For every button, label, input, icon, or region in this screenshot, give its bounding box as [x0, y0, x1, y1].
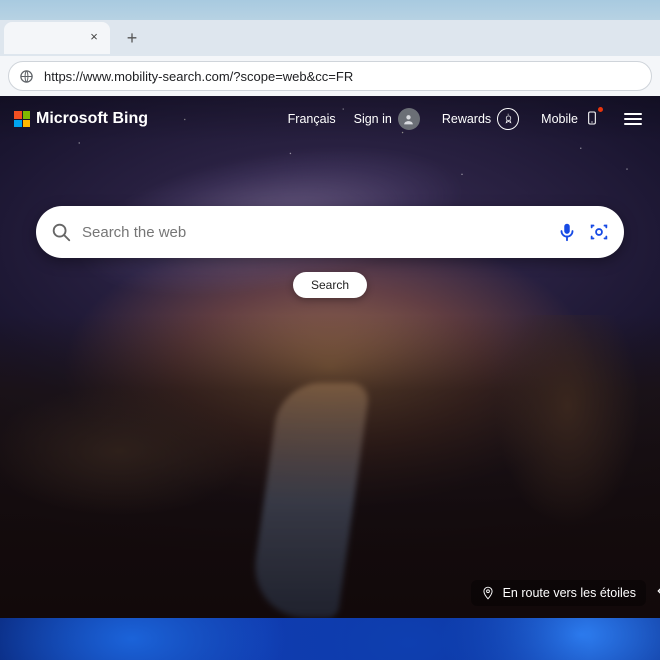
location-pin-icon [481, 586, 495, 600]
voice-search-icon[interactable] [556, 221, 578, 243]
mobile-link[interactable]: Mobile [541, 110, 600, 129]
language-link[interactable]: Français [288, 112, 336, 126]
bing-logo[interactable]: Microsoft Bing [14, 110, 148, 128]
rewards-label: Rewards [442, 112, 491, 126]
image-credit-text: En route vers les étoiles [503, 586, 636, 600]
rewards-link[interactable]: Rewards [442, 108, 519, 130]
bing-header: Microsoft Bing Français Sign in Rewards … [0, 96, 660, 142]
search-input[interactable] [82, 224, 546, 241]
rewards-icon [497, 108, 519, 130]
brand-name: Microsoft Bing [36, 110, 148, 128]
page-content: Microsoft Bing Français Sign in Rewards … [0, 96, 660, 618]
tab-strip: × + [0, 20, 660, 56]
new-tab-button[interactable]: + [118, 24, 146, 52]
site-info-icon[interactable] [19, 69, 34, 84]
close-tab-icon[interactable]: × [86, 30, 102, 46]
prev-image-icon[interactable] [646, 576, 660, 606]
browser-tab[interactable]: × [4, 22, 110, 54]
search-box[interactable] [36, 206, 624, 258]
microsoft-logo-icon [14, 111, 30, 127]
image-credit-pill[interactable]: En route vers les étoiles [471, 580, 646, 606]
mobile-label: Mobile [541, 112, 578, 126]
image-search-icon[interactable] [588, 221, 610, 243]
mobile-icon [584, 110, 600, 129]
search-button-label: Search [311, 278, 349, 292]
sign-in-link[interactable]: Sign in [354, 108, 420, 130]
windows-taskbar[interactable] [0, 618, 660, 660]
address-bar[interactable]: https://www.mobility-search.com/?scope=w… [8, 61, 652, 91]
address-row: https://www.mobility-search.com/?scope=w… [0, 56, 660, 96]
search-button[interactable]: Search [293, 272, 367, 298]
avatar-icon [398, 108, 420, 130]
language-label: Français [288, 112, 336, 126]
url-text[interactable]: https://www.mobility-search.com/?scope=w… [44, 69, 353, 84]
sign-in-label: Sign in [354, 112, 392, 126]
hamburger-menu-icon[interactable] [620, 109, 646, 129]
search-icon [50, 221, 72, 243]
